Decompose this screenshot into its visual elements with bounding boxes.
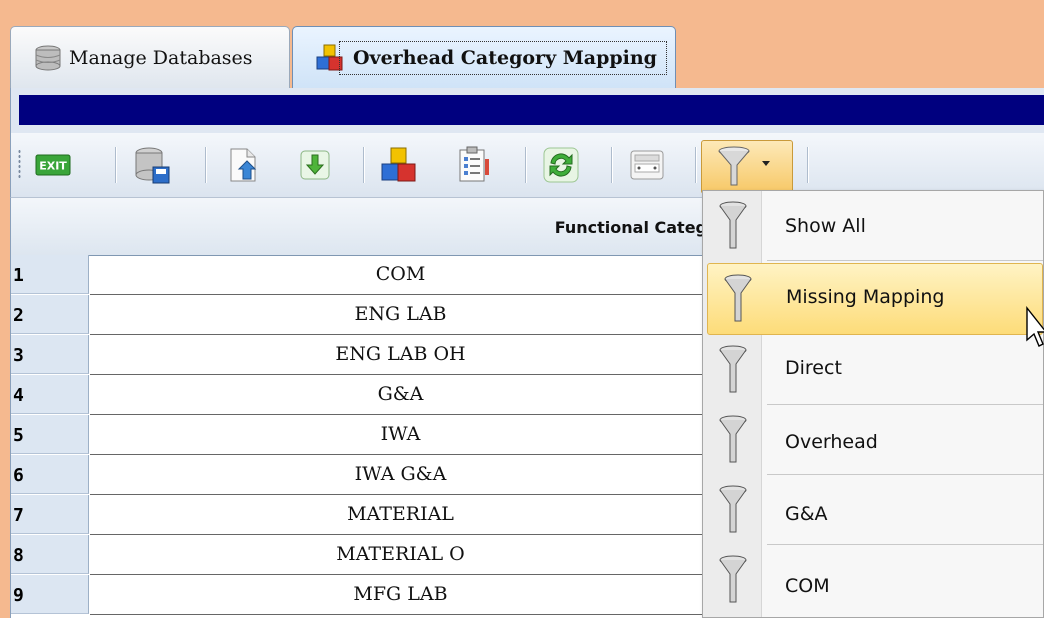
row-number: 4: [11, 375, 89, 414]
refresh-icon: [543, 147, 579, 183]
row-number: 7: [11, 495, 89, 534]
navy-bar: [19, 95, 1044, 125]
toolbar-separator: [205, 147, 206, 183]
database-icon: [33, 43, 63, 73]
exit-button[interactable]: EXIT: [31, 143, 75, 187]
filter-menu: Show All Missing Mapping Direct Overhead…: [702, 190, 1044, 618]
table-row[interactable]: 5 IWA: [11, 415, 711, 455]
table-row[interactable]: 3 ENG LAB OH: [11, 335, 711, 375]
table-row[interactable]: 6 IWA G&A: [11, 455, 711, 495]
export-file-icon: [230, 148, 257, 182]
chevron-down-icon: [762, 161, 770, 166]
export-file-button[interactable]: [221, 143, 265, 187]
toolbar-separator: [695, 147, 696, 183]
functional-category-cell[interactable]: IWA: [90, 415, 711, 455]
blocks-icon: [381, 147, 416, 182]
save-database-icon: [135, 147, 170, 184]
print-button[interactable]: [625, 143, 669, 187]
row-number: 6: [11, 455, 89, 494]
toolbar-separator: [807, 147, 808, 183]
exit-icon: EXIT: [35, 154, 71, 176]
cell-text: ENG LAB OH: [335, 343, 466, 365]
download-icon: [300, 150, 330, 180]
cell-text: ENG LAB: [354, 303, 447, 325]
row-number: 5: [11, 415, 89, 454]
menu-item-label: G&A: [785, 503, 828, 525]
cell-text: COM: [375, 263, 426, 285]
filter-icon: [719, 555, 747, 603]
tab-label: Manage Databases: [69, 47, 253, 69]
mouse-cursor-icon: [1026, 306, 1044, 347]
menu-item-overhead[interactable]: Overhead: [703, 405, 1043, 475]
functional-category-cell[interactable]: MFG LAB: [90, 575, 711, 615]
filter-icon: [719, 485, 747, 533]
row-number: 8: [11, 535, 89, 574]
row-number: 2: [11, 295, 89, 334]
menu-item-missing-mapping[interactable]: Missing Mapping: [707, 263, 1043, 335]
column-header-label: Functional Categ: [554, 218, 707, 237]
table-row[interactable]: 8 MATERIAL O: [11, 535, 711, 575]
cell-text: G&A: [377, 383, 424, 405]
functional-category-cell[interactable]: MATERIAL O: [90, 535, 711, 575]
title-band: [10, 88, 1044, 133]
filter-icon: [719, 345, 747, 393]
tab-overhead-category-mapping[interactable]: Overhead Category Mapping: [292, 26, 676, 89]
cell-text: MFG LAB: [353, 583, 448, 605]
row-header-corner[interactable]: [11, 198, 91, 256]
menu-item-label: Missing Mapping: [786, 286, 945, 308]
tab-manage-databases[interactable]: Manage Databases: [10, 26, 290, 89]
toolbar-separator: [363, 147, 364, 183]
functional-category-cell[interactable]: IWA G&A: [90, 455, 711, 495]
table-row[interactable]: 2 ENG LAB: [11, 295, 711, 335]
filter-icon: [719, 201, 747, 249]
exit-label: EXIT: [39, 160, 67, 173]
refresh-button[interactable]: [539, 143, 583, 187]
row-number: 1: [11, 255, 89, 294]
toolbar-separator: [525, 147, 526, 183]
report-icon: [459, 146, 489, 182]
column-header-functional-category[interactable]: Functional Categ: [90, 198, 712, 256]
functional-category-cell[interactable]: ENG LAB: [90, 295, 711, 335]
functional-category-cell[interactable]: ENG LAB OH: [90, 335, 711, 375]
table-row[interactable]: 1 COM: [11, 255, 711, 295]
menu-item-g-and-a[interactable]: G&A: [703, 475, 1043, 545]
save-database-button[interactable]: [131, 143, 175, 187]
menu-item-label: Show All: [785, 215, 866, 237]
functional-category-cell[interactable]: COM: [90, 255, 711, 295]
menu-item-direct[interactable]: Direct: [703, 335, 1043, 405]
data-grid: Functional Categ 1 COM 2 ENG LAB 3 ENG L…: [10, 198, 712, 618]
row-number: 3: [11, 335, 89, 374]
toolbar: EXIT: [10, 133, 1044, 198]
menu-item-label: Direct: [785, 357, 842, 379]
blocks-button[interactable]: [377, 143, 421, 187]
report-button[interactable]: [451, 143, 495, 187]
focus-rectangle: [339, 41, 667, 75]
cell-text: MATERIAL O: [336, 543, 465, 565]
toolbar-grip[interactable]: [18, 149, 21, 179]
menu-item-com[interactable]: COM: [703, 545, 1043, 615]
cell-text: IWA: [380, 423, 421, 445]
row-number: 9: [11, 575, 89, 614]
table-row[interactable]: 9 MFG LAB: [11, 575, 711, 615]
menu-item-label: COM: [785, 575, 830, 597]
filter-dropdown-button[interactable]: [701, 140, 793, 194]
filter-icon: [724, 274, 752, 322]
cell-text: IWA G&A: [354, 463, 447, 485]
toolbar-separator: [115, 147, 116, 183]
filter-icon: [718, 146, 750, 186]
menu-item-show-all[interactable]: Show All: [703, 191, 1043, 261]
functional-category-cell[interactable]: G&A: [90, 375, 711, 415]
table-row[interactable]: 4 G&A: [11, 375, 711, 415]
cell-text: MATERIAL: [347, 503, 454, 525]
table-row[interactable]: 7 MATERIAL: [11, 495, 711, 535]
menu-divider: [767, 260, 1043, 261]
toolbar-separator: [611, 147, 612, 183]
menu-item-label: Overhead: [785, 431, 878, 453]
functional-category-cell[interactable]: MATERIAL: [90, 495, 711, 535]
filter-icon: [719, 415, 747, 463]
download-button[interactable]: [293, 143, 337, 187]
print-icon: [630, 150, 664, 180]
